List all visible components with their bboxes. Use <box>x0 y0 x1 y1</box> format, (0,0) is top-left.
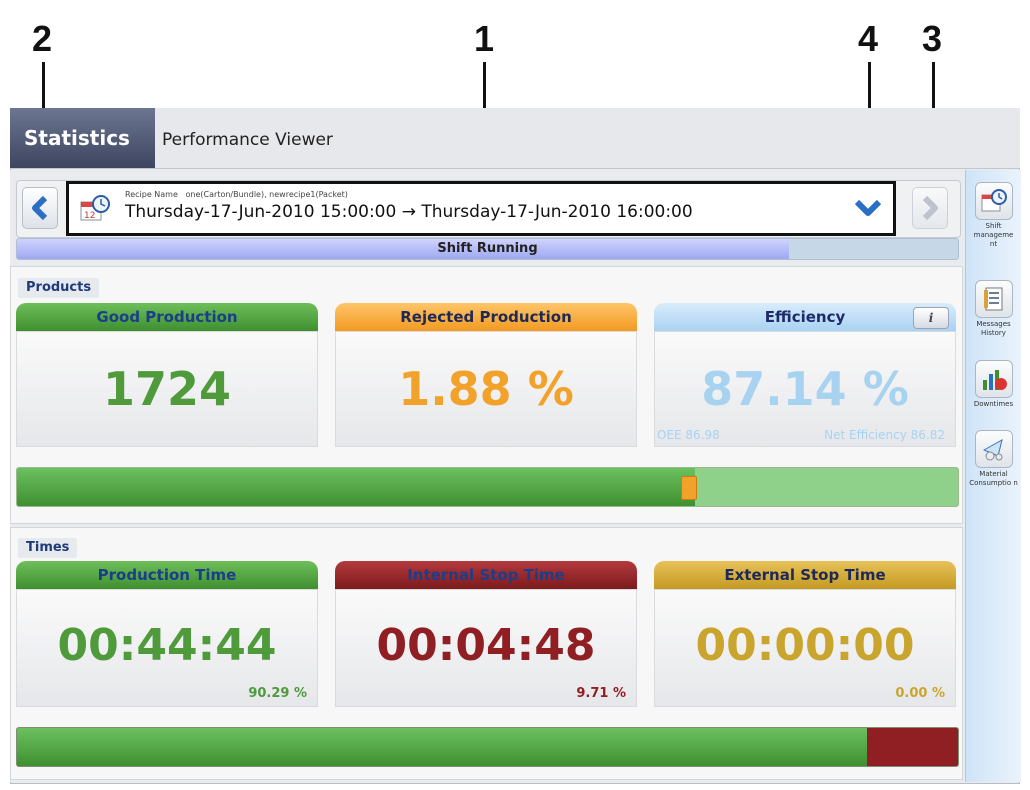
calendar-clock-icon: 12 <box>79 194 111 224</box>
rejected-production-marker <box>680 476 697 500</box>
production-ratio-bar <box>16 467 959 507</box>
efficiency-header: Efficiency <box>654 303 956 331</box>
app-title: Statistics <box>10 108 155 168</box>
calendar-clock-icon <box>974 182 1013 220</box>
internal-stop-time-percent: 9.71 % <box>576 686 626 701</box>
production-time-card: 00:44:44 90.29 % <box>16 589 318 707</box>
date-range: Thursday-17-Jun-2010 15:00:00 → Thursday… <box>125 202 693 222</box>
sidebar-item-messages-history[interactable]: Messages History <box>969 280 1018 338</box>
net-efficiency-value: Net Efficiency 86.82 <box>824 428 945 442</box>
sidebar-item-label: Downtimes <box>973 400 1014 408</box>
sidebar-item-shift-management[interactable]: Shift manageme nt <box>969 182 1018 249</box>
sidebar-item-label: Material Consumptio n <box>969 470 1018 487</box>
right-sidebar: Shift manageme nt Messages History Downt… <box>965 170 1021 782</box>
shift-status-bar: Shift Running <box>16 238 959 260</box>
callout-1: 1 <box>474 18 495 59</box>
internal-stop-time-value: 00:04:48 <box>376 620 596 671</box>
range-arrow: → <box>401 202 416 222</box>
chevron-right-icon <box>922 195 938 221</box>
rejected-production-card: 1.88 % <box>335 331 637 447</box>
recipe-value: one(Carton/Bundle), newrecipe1(Packet) <box>185 190 348 199</box>
external-stop-time-value: 00:00:00 <box>695 620 915 671</box>
internal-stop-time-card: 00:04:48 9.71 % <box>335 589 637 707</box>
svg-text:12: 12 <box>84 211 95 221</box>
page-title: Performance Viewer <box>162 130 333 150</box>
sidebar-item-label: Messages History <box>976 320 1011 337</box>
good-production-card: 1724 <box>16 331 318 447</box>
external-stop-time-card: 00:00:00 0.00 % <box>654 589 956 707</box>
good-production-fill <box>17 468 695 506</box>
production-time-value: 00:44:44 <box>57 620 277 671</box>
chevron-left-icon <box>32 195 48 221</box>
callout-3: 3 <box>922 18 943 59</box>
downtimes-icon <box>974 360 1013 398</box>
range-end: Thursday-17-Jun-2010 16:00:00 <box>421 202 693 222</box>
info-icon: i <box>928 311 934 325</box>
callout-4: 4 <box>858 18 879 59</box>
sidebar-item-label: Shift manageme nt <box>973 222 1014 248</box>
sidebar-item-downtimes[interactable]: Downtimes <box>969 360 1018 409</box>
production-time-percent: 90.29 % <box>248 686 307 701</box>
range-start: Thursday-17-Jun-2010 15:00:00 <box>125 202 397 222</box>
good-production-value: 1724 <box>102 362 232 416</box>
times-section-label: Times <box>18 538 78 558</box>
good-production-header: Good Production <box>16 303 318 331</box>
external-stop-time-percent: 0.00 % <box>895 686 945 701</box>
previous-period-button[interactable] <box>22 187 58 229</box>
efficiency-card: 87.14 % OEE 86.98 Net Efficiency 86.82 <box>654 331 956 447</box>
external-stop-time-header: External Stop Time <box>654 561 956 589</box>
material-icon <box>974 430 1013 468</box>
oee-value: OEE 86.98 <box>657 428 720 442</box>
info-button[interactable]: i <box>913 307 949 329</box>
next-period-button[interactable] <box>912 187 948 229</box>
callout-2: 2 <box>32 18 53 59</box>
recipe-label: Recipe Name <box>125 190 178 199</box>
shift-status-label: Shift Running <box>437 241 538 256</box>
products-section-label: Products <box>18 278 100 298</box>
efficiency-value: 87.14 % <box>701 362 909 416</box>
production-time-fill <box>17 728 867 766</box>
recipe-line: Recipe Name one(Carton/Bundle), newrecip… <box>125 190 348 199</box>
chevron-down-icon <box>854 199 882 216</box>
rejected-production-value: 1.88 % <box>398 362 574 416</box>
production-time-header: Production Time <box>16 561 318 589</box>
sidebar-item-material-consumption[interactable]: Material Consumptio n <box>969 430 1018 488</box>
internal-stop-time-header: Internal Stop Time <box>335 561 637 589</box>
time-ratio-bar <box>16 727 959 767</box>
period-selector[interactable]: 12 Recipe Name one(Carton/Bundle), newre… <box>66 181 896 236</box>
period-dropdown-button[interactable] <box>849 188 887 228</box>
messages-icon <box>974 280 1013 318</box>
rejected-production-header: Rejected Production <box>335 303 637 331</box>
